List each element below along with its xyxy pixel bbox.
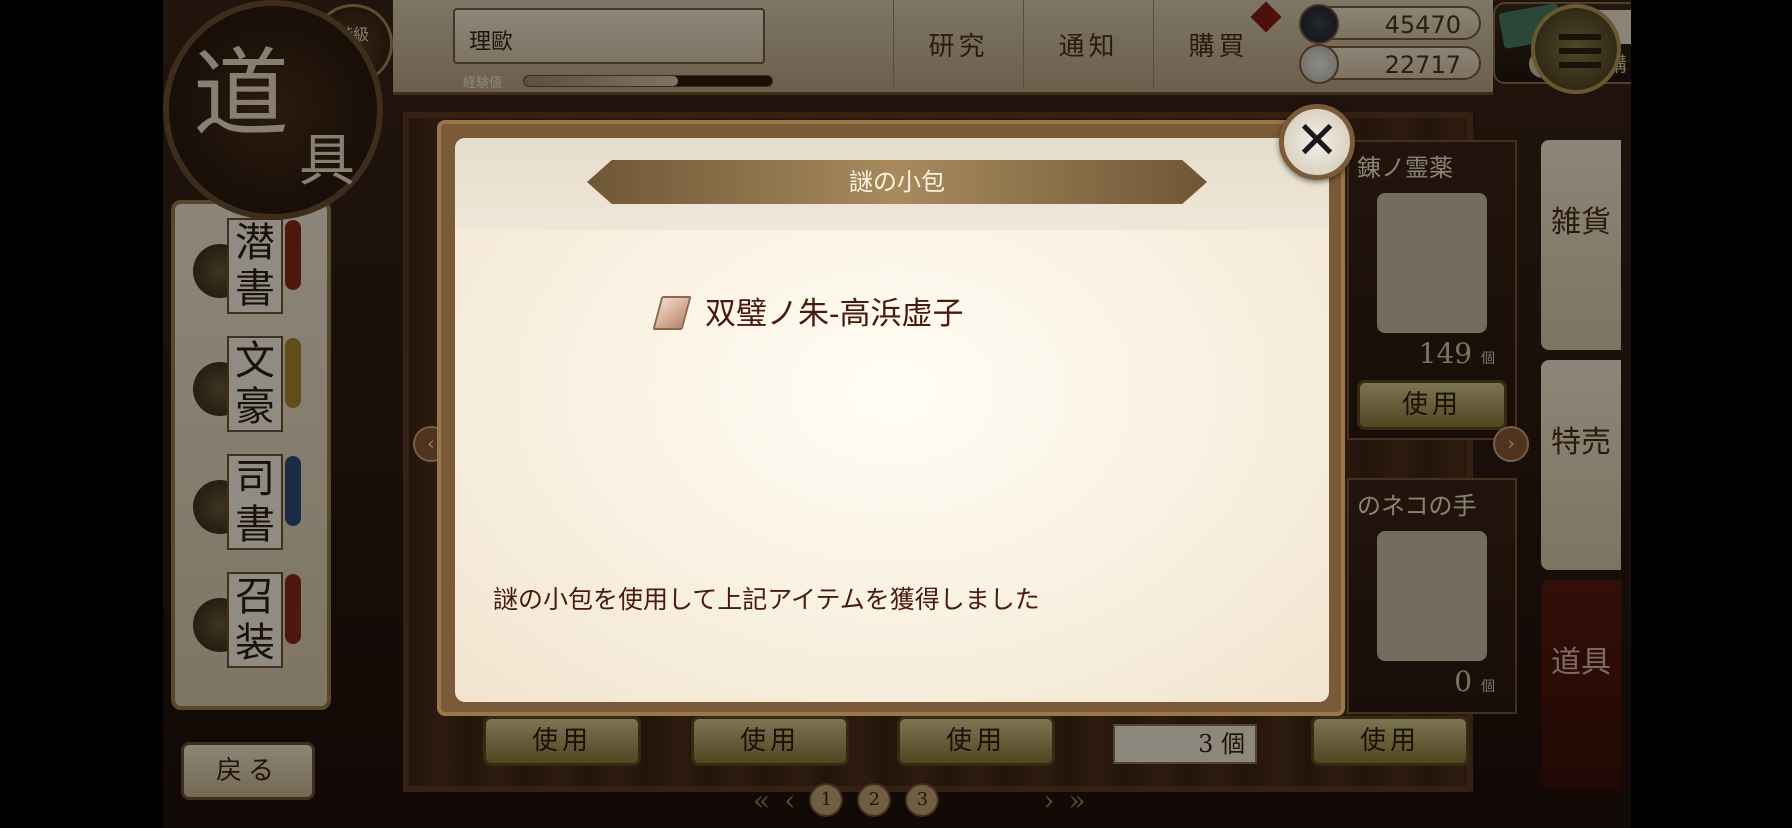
reward-item: 双璧ノ朱-高浜虚子 [651, 288, 963, 333]
game-screen: 理歐 経験値 研究 通知 購買 45470 22717 0 +追加購入 [163, 0, 1631, 828]
result-message: 謎の小包を使用して上記アイテムを獲得しました [493, 585, 1040, 614]
close-icon: ✕ [1295, 111, 1339, 171]
reward-dialog: 謎の小包 双璧ノ朱-高浜虚子 謎の小包を使用して上記アイテムを獲得しました [437, 120, 1345, 716]
dialog-title: 謎の小包 [849, 168, 945, 196]
dialog-header: 謎の小包 [455, 138, 1329, 230]
card-item-icon [651, 294, 691, 328]
dialog-body: 謎の小包 双璧ノ朱-高浜虚子 謎の小包を使用して上記アイテムを獲得しました [455, 138, 1329, 702]
close-button[interactable]: ✕ [1279, 104, 1355, 180]
reward-item-name: 双璧ノ朱-高浜虚子 [705, 296, 964, 332]
title-ribbon: 謎の小包 [587, 160, 1207, 204]
